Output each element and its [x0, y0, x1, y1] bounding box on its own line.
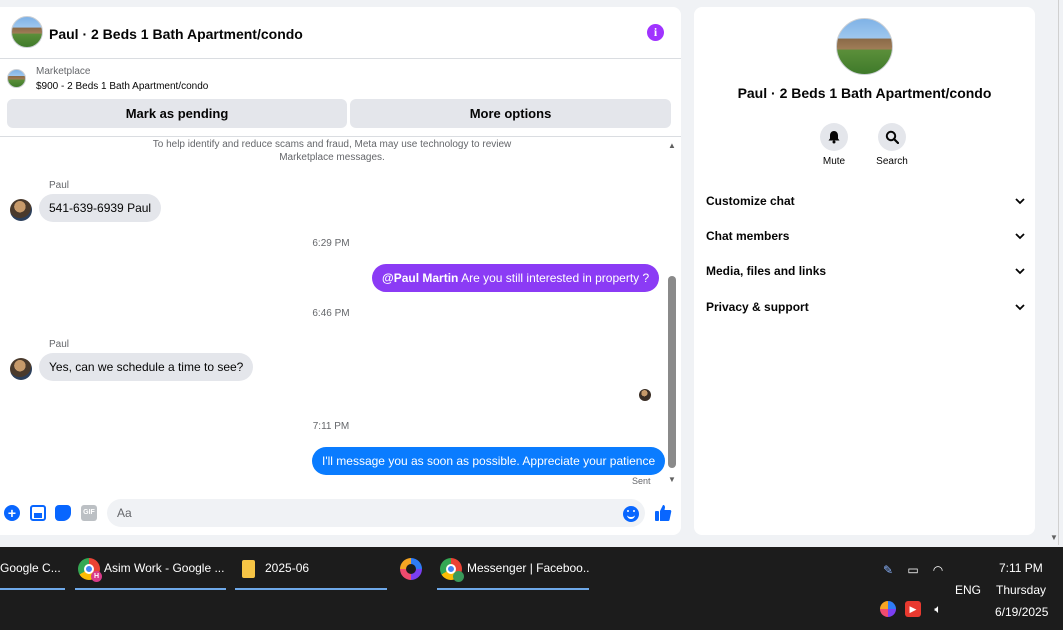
battery-icon[interactable]: ▭: [905, 562, 921, 578]
message-input[interactable]: [107, 499, 645, 527]
incoming-message[interactable]: 541-639-6939 Paul: [39, 194, 162, 222]
listing-thumbnail: [7, 69, 26, 88]
taskbar-item-google-chrome[interactable]: Google C...: [0, 547, 65, 590]
search-button[interactable]: [878, 123, 906, 151]
message-timestamp: 6:46 PM: [312, 308, 350, 319]
section-media-files-links[interactable]: Media, files and links: [706, 264, 1026, 284]
profile-badge: H: [91, 571, 102, 582]
bell-icon: [828, 131, 840, 144]
listing-avatar[interactable]: [11, 16, 43, 48]
chevron-down-icon: [1015, 268, 1025, 275]
chevron-down-icon: [1015, 233, 1025, 240]
mute-button[interactable]: [820, 123, 848, 151]
search-label: Search: [876, 156, 908, 167]
active-indicator: [75, 588, 226, 590]
scroll-thumb[interactable]: [668, 276, 676, 468]
language-indicator[interactable]: ENG: [955, 583, 981, 597]
folder-icon: [242, 560, 255, 578]
sender-avatar[interactable]: [10, 199, 32, 221]
info-icon[interactable]: i: [647, 24, 664, 41]
conversation-info-panel: Paul · 2 Beds 1 Bath Apartment/condo Mut…: [694, 7, 1035, 535]
scroll-up-arrow-icon[interactable]: ▲: [668, 141, 676, 150]
active-indicator: [235, 588, 387, 590]
gif-icon[interactable]: GIF: [81, 505, 97, 521]
clock-time[interactable]: 7:11 PM: [999, 561, 1043, 575]
windows-taskbar: Google C... H Asim Work - Google ... 202…: [0, 547, 1063, 630]
chevron-down-icon: [1015, 198, 1025, 205]
page-scrollbar[interactable]: [1058, 0, 1059, 545]
wifi-icon[interactable]: ◠: [930, 562, 946, 578]
sticker-icon[interactable]: [55, 505, 71, 521]
taskbar-item-asim-work[interactable]: H Asim Work - Google ...: [75, 547, 226, 590]
section-label: Privacy & support: [706, 300, 809, 314]
clock-date[interactable]: 6/19/2025: [995, 605, 1048, 619]
mark-as-pending-button[interactable]: Mark as pending: [7, 99, 347, 128]
outgoing-message[interactable]: I'll message you as soon as possible. Ap…: [312, 447, 666, 475]
thumbs-up-icon[interactable]: [654, 504, 672, 522]
section-label: Customize chat: [706, 194, 795, 208]
scam-notice: To help identify and reduce scams and fr…: [152, 139, 512, 163]
info-title: Paul · 2 Beds 1 Bath Apartment/condo: [737, 85, 992, 101]
listing-avatar-large[interactable]: [836, 18, 893, 75]
profile-badge: [453, 571, 464, 582]
taskbar-item-messenger[interactable]: Messenger | Faceboo...: [437, 547, 589, 590]
pen-app-icon[interactable]: ✎: [880, 562, 896, 578]
message-composer: + GIF: [0, 497, 681, 531]
taskbar-item-label: Asim Work - Google ...: [104, 561, 225, 575]
clock-day[interactable]: Thursday: [996, 583, 1046, 597]
message-timestamp: 7:11 PM: [312, 421, 350, 432]
section-customize-chat[interactable]: Customize chat: [706, 194, 1026, 214]
chevron-down-icon: [1015, 304, 1025, 311]
chat-header: Paul · 2 Beds 1 Bath Apartment/condo i: [0, 7, 681, 59]
taskbar-item-label: 2025-06: [265, 561, 310, 575]
taskbar-item-label: Google C...: [0, 561, 61, 575]
section-chat-members[interactable]: Chat members: [706, 229, 1026, 249]
chat-scrollbar[interactable]: ▲ ▼: [666, 139, 678, 487]
scroll-down-arrow-icon[interactable]: ▼: [668, 475, 676, 484]
sent-status: Sent: [632, 476, 651, 486]
chat-panel: Paul · 2 Beds 1 Bath Apartment/condo i M…: [0, 7, 681, 535]
section-label: Media, files and links: [706, 264, 827, 278]
emoji-icon[interactable]: [623, 506, 639, 522]
search-icon: [885, 130, 899, 144]
active-indicator: [437, 588, 589, 590]
sender-name: Paul: [49, 339, 70, 350]
divider: [0, 136, 681, 137]
photo-icon[interactable]: [30, 505, 46, 521]
sender-name: Paul: [49, 180, 70, 191]
section-label: Chat members: [706, 229, 790, 243]
message-timestamp: 6:29 PM: [312, 238, 350, 249]
mute-label: Mute: [822, 156, 846, 167]
seen-indicator-avatar: [639, 389, 651, 401]
plus-icon[interactable]: +: [4, 505, 20, 521]
chat-title[interactable]: Paul · 2 Beds 1 Bath Apartment/condo: [49, 26, 303, 42]
copilot-icon[interactable]: [400, 558, 422, 580]
section-privacy-support[interactable]: Privacy & support: [706, 300, 1026, 320]
taskbar-item-label: Messenger | Faceboo...: [467, 561, 589, 575]
speaker-icon[interactable]: 🔈︎: [930, 601, 946, 617]
mention[interactable]: @Paul Martin: [382, 271, 458, 285]
marketplace-listing[interactable]: Marketplace $900 - 2 Beds 1 Bath Apartme…: [0, 59, 681, 99]
marketplace-label: Marketplace: [36, 66, 91, 77]
incoming-message[interactable]: Yes, can we schedule a time to see?: [39, 353, 254, 381]
copilot-tray-icon[interactable]: [880, 601, 896, 617]
listing-title: $900 - 2 Beds 1 Bath Apartment/condo: [36, 81, 209, 92]
message-text: Are you still interested in property ?: [458, 271, 650, 285]
taskbar-item-folder-2025-06[interactable]: 2025-06: [235, 547, 387, 590]
page-scroll-down-icon[interactable]: ▼: [1050, 533, 1058, 542]
sender-avatar[interactable]: [10, 358, 32, 380]
video-app-icon[interactable]: ▶: [905, 601, 921, 617]
active-indicator: [0, 588, 65, 590]
outgoing-message[interactable]: @Paul Martin Are you still interested in…: [372, 264, 660, 292]
more-options-button[interactable]: More options: [350, 99, 671, 128]
